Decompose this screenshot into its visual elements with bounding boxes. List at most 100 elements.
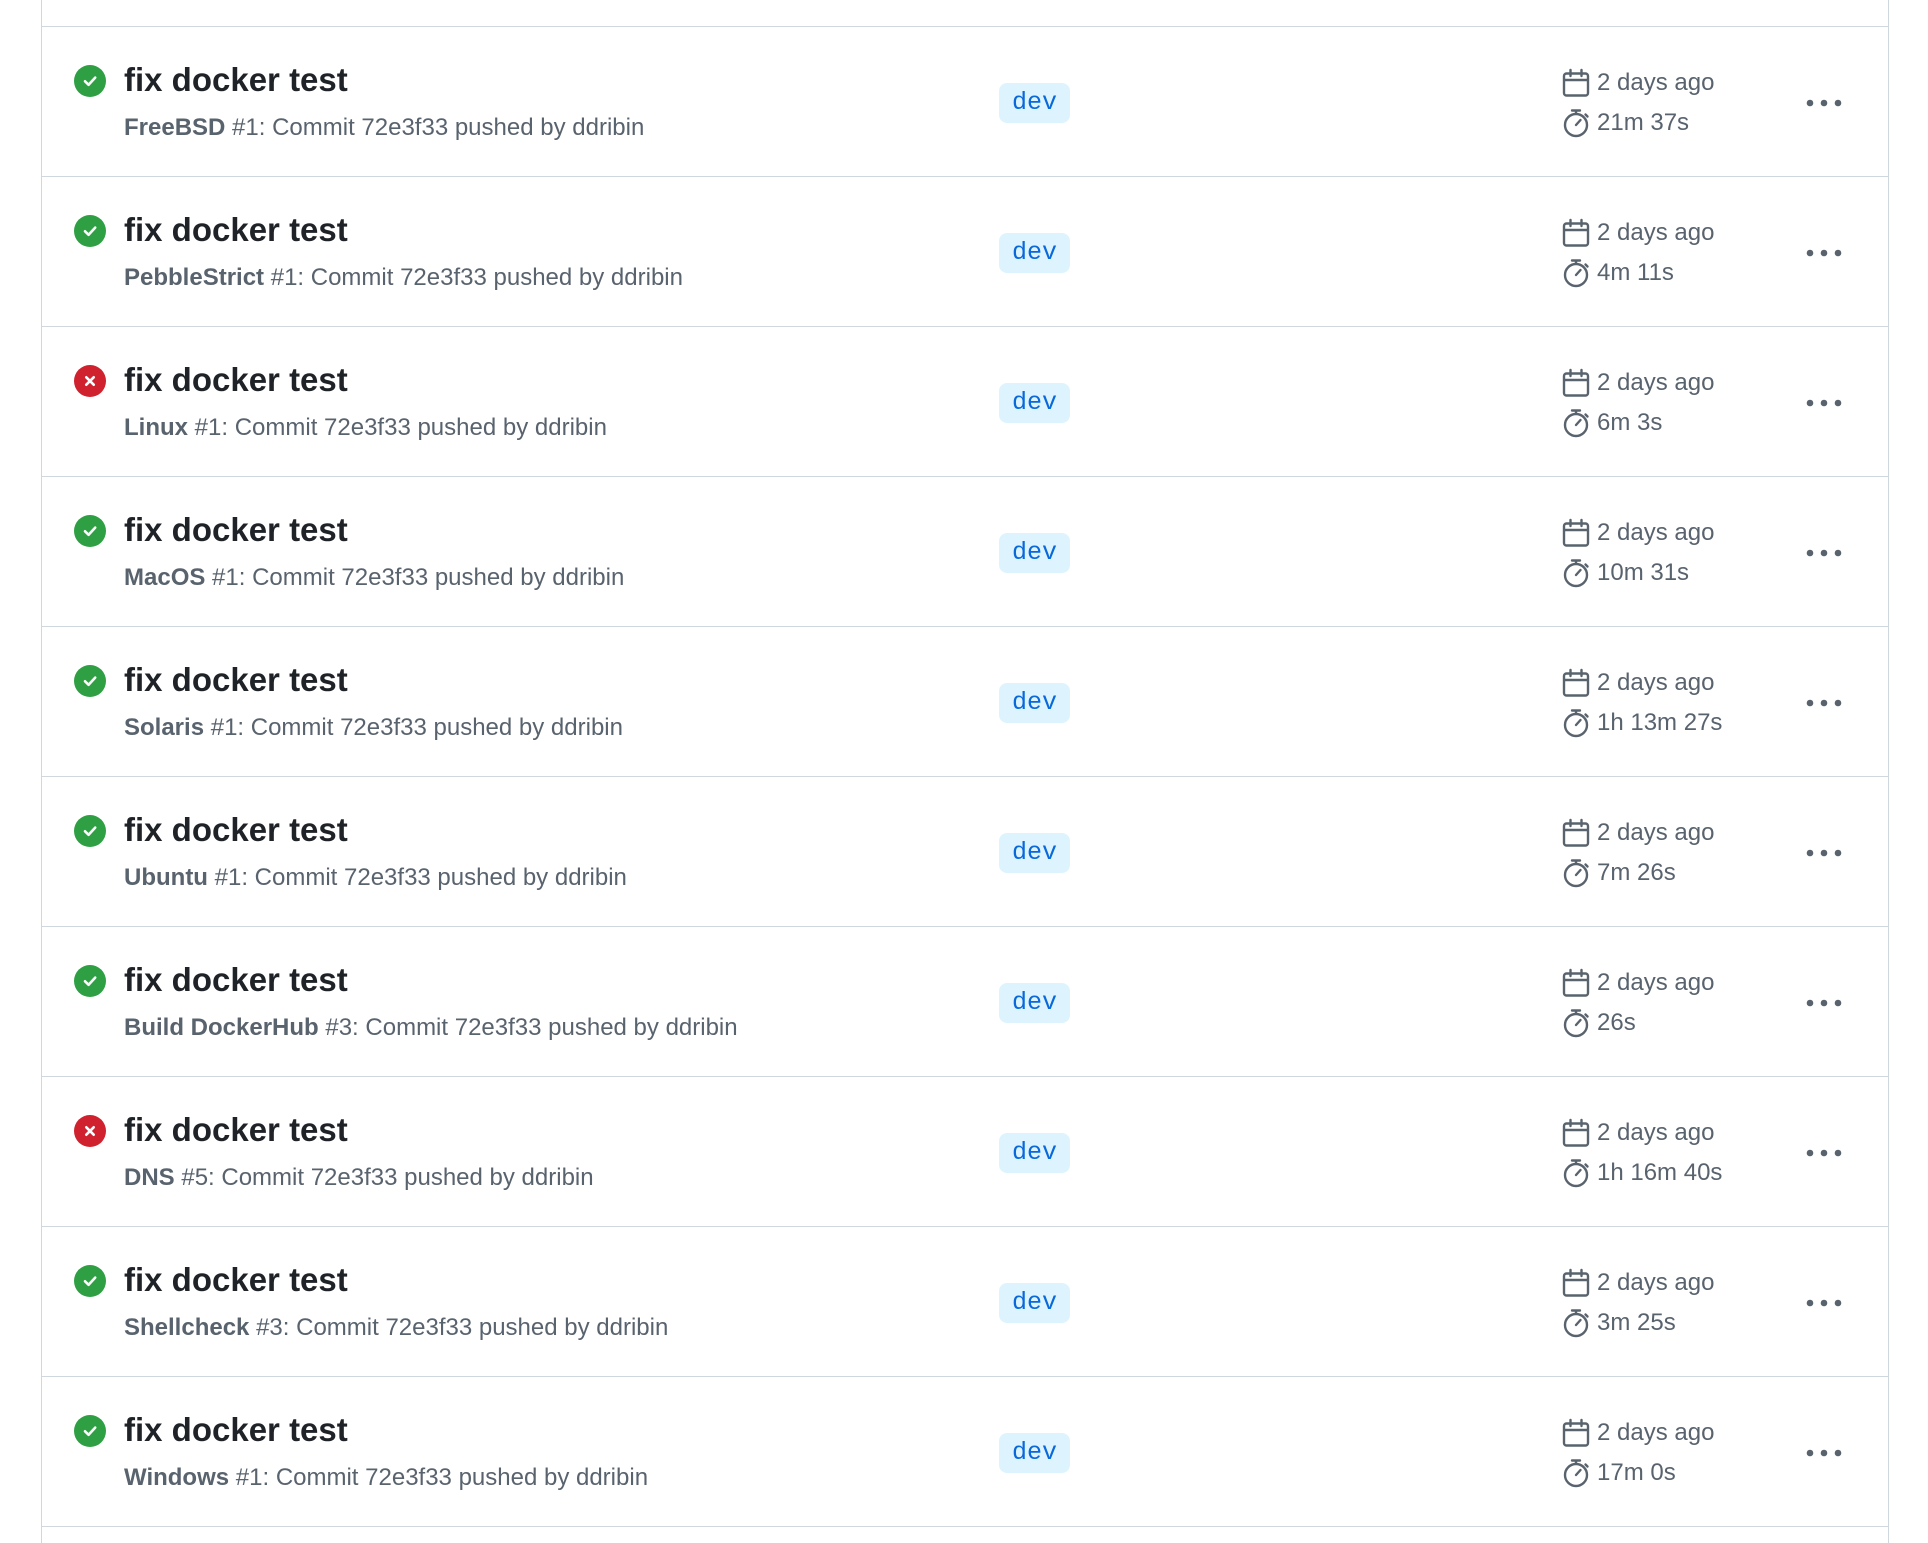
run-details: #1: Commit 72e3f33 pushed by ddribin <box>194 414 607 441</box>
check-circle-fill-icon <box>74 1265 106 1297</box>
run-duration-text: 6m 3s <box>1597 409 1663 436</box>
workflow-name: Shellcheck <box>124 1314 250 1341</box>
x-circle-fill-icon <box>74 365 106 397</box>
run-date-text: 2 days ago <box>1597 819 1715 846</box>
run-details: #1: Commit 72e3f33 pushed by ddribin <box>214 864 627 891</box>
run-title-link[interactable]: fix docker test <box>124 511 348 549</box>
run-duration-text: 26s <box>1597 1009 1636 1036</box>
branch-badge[interactable]: dev <box>999 983 1071 1023</box>
workflow-run-row[interactable]: fix docker test PebbleStrict #1: Commit … <box>42 177 1888 327</box>
run-date-text: 2 days ago <box>1597 519 1715 546</box>
run-date-text: 2 days ago <box>1597 369 1715 396</box>
workflow-run-row[interactable]: fix docker test Linux #1: Commit 72e3f33… <box>42 327 1888 477</box>
check-circle-fill-icon <box>74 665 106 697</box>
run-description: FreeBSD #1: Commit 72e3f33 pushed by ddr… <box>124 114 644 142</box>
run-duration: 1h 16m 40s <box>1561 1158 1722 1188</box>
check-circle-fill-icon <box>74 1415 106 1447</box>
run-duration: 1h 13m 27s <box>1561 708 1722 738</box>
workflow-run-row[interactable]: fix docker test DNS #5: Commit 72e3f33 p… <box>42 1077 1888 1227</box>
workflow-run-row[interactable]: fix docker test Ubuntu #1: Commit 72e3f3… <box>42 777 1888 927</box>
calendar-icon <box>1562 818 1590 847</box>
kebab-horizontal-icon[interactable] <box>1802 1285 1846 1321</box>
run-title-link[interactable]: fix docker test <box>124 1261 348 1299</box>
run-description: Ubuntu #1: Commit 72e3f33 pushed by ddri… <box>124 864 627 892</box>
branch-badge[interactable]: dev <box>999 83 1071 123</box>
branch-badge[interactable]: dev <box>999 1133 1071 1173</box>
calendar-icon <box>1562 1268 1590 1297</box>
run-date-text: 2 days ago <box>1597 219 1715 246</box>
workflow-run-row[interactable]: fix docker test Windows #1: Commit 72e3f… <box>42 1377 1888 1527</box>
check-circle-fill-icon <box>74 65 106 97</box>
workflow-run-row[interactable]: fix docker test Solaris #1: Commit 72e3f… <box>42 627 1888 777</box>
run-date: 2 days ago <box>1561 218 1714 248</box>
kebab-horizontal-icon[interactable] <box>1802 235 1846 271</box>
run-date: 2 days ago <box>1561 1418 1714 1448</box>
check-circle-fill-icon <box>74 515 106 547</box>
run-title-link[interactable]: fix docker test <box>124 961 348 999</box>
run-title-link[interactable]: fix docker test <box>124 1411 348 1449</box>
stopwatch-icon <box>1563 859 1589 888</box>
x-circle-fill-icon <box>74 1115 106 1147</box>
run-duration-text: 7m 26s <box>1597 859 1676 886</box>
run-description: MacOS #1: Commit 72e3f33 pushed by ddrib… <box>124 564 624 592</box>
branch-badge[interactable]: dev <box>999 683 1071 723</box>
run-details: #1: Commit 72e3f33 pushed by ddribin <box>270 264 683 291</box>
branch-badge[interactable]: dev <box>999 383 1071 423</box>
run-duration: 21m 37s <box>1561 108 1689 138</box>
branch-badge[interactable]: dev <box>999 833 1071 873</box>
run-description: Solaris #1: Commit 72e3f33 pushed by ddr… <box>124 714 623 742</box>
workflow-name: PebbleStrict <box>124 264 265 291</box>
run-duration: 26s <box>1561 1008 1636 1038</box>
workflow-run-row[interactable]: fix docker test Shellcheck #3: Commit 72… <box>42 1227 1888 1377</box>
run-title-link[interactable]: fix docker test <box>124 61 348 99</box>
workflow-name: DNS <box>124 1164 175 1191</box>
run-date: 2 days ago <box>1561 668 1714 698</box>
kebab-horizontal-icon[interactable] <box>1802 535 1846 571</box>
run-duration: 4m 11s <box>1561 258 1674 288</box>
workflow-run-row[interactable]: fix docker test FreeBSD #1: Commit 72e3f… <box>42 27 1888 177</box>
run-duration: 10m 31s <box>1561 558 1689 588</box>
run-details: #1: Commit 72e3f33 pushed by ddribin <box>232 114 645 141</box>
run-date: 2 days ago <box>1561 818 1714 848</box>
stopwatch-icon <box>1563 1459 1589 1488</box>
run-title-link[interactable]: fix docker test <box>124 811 348 849</box>
kebab-horizontal-icon[interactable] <box>1802 1135 1846 1171</box>
list-top-separator <box>42 0 1888 27</box>
run-date: 2 days ago <box>1561 518 1714 548</box>
branch-badge[interactable]: dev <box>999 1433 1071 1473</box>
run-duration: 6m 3s <box>1561 408 1662 438</box>
workflow-run-row[interactable]: fix docker test Build DockerHub #3: Comm… <box>42 927 1888 1077</box>
run-duration-text: 21m 37s <box>1597 109 1690 136</box>
workflow-run-row[interactable]: fix docker test MacOS #1: Commit 72e3f33… <box>42 477 1888 627</box>
run-date: 2 days ago <box>1561 1268 1714 1298</box>
calendar-icon <box>1562 218 1590 247</box>
run-description: Shellcheck #3: Commit 72e3f33 pushed by … <box>124 1314 668 1342</box>
run-duration: 3m 25s <box>1561 1308 1676 1338</box>
kebab-horizontal-icon[interactable] <box>1802 385 1846 421</box>
kebab-horizontal-icon[interactable] <box>1802 685 1846 721</box>
stopwatch-icon <box>1563 1159 1589 1188</box>
run-duration-text: 1h 16m 40s <box>1597 1159 1723 1186</box>
branch-badge[interactable]: dev <box>999 233 1071 273</box>
kebab-horizontal-icon[interactable] <box>1802 1435 1846 1471</box>
calendar-icon <box>1562 668 1590 697</box>
run-description: Linux #1: Commit 72e3f33 pushed by ddrib… <box>124 414 607 442</box>
branch-badge[interactable]: dev <box>999 533 1071 573</box>
kebab-horizontal-icon[interactable] <box>1802 835 1846 871</box>
run-details: #3: Commit 72e3f33 pushed by ddribin <box>256 1314 669 1341</box>
run-date: 2 days ago <box>1561 68 1714 98</box>
check-circle-fill-icon <box>74 215 106 247</box>
branch-badge[interactable]: dev <box>999 1283 1071 1323</box>
run-title-link[interactable]: fix docker test <box>124 361 348 399</box>
run-title-link[interactable]: fix docker test <box>124 661 348 699</box>
stopwatch-icon <box>1563 709 1589 738</box>
run-title-link[interactable]: fix docker test <box>124 211 348 249</box>
calendar-icon <box>1562 1118 1590 1147</box>
workflow-name: Build DockerHub <box>124 1014 319 1041</box>
calendar-icon <box>1562 68 1590 97</box>
run-details: #3: Commit 72e3f33 pushed by ddribin <box>325 1014 738 1041</box>
kebab-horizontal-icon[interactable] <box>1802 985 1846 1021</box>
run-title-link[interactable]: fix docker test <box>124 1111 348 1149</box>
workflow-name: Solaris <box>124 714 205 741</box>
kebab-horizontal-icon[interactable] <box>1802 85 1846 121</box>
